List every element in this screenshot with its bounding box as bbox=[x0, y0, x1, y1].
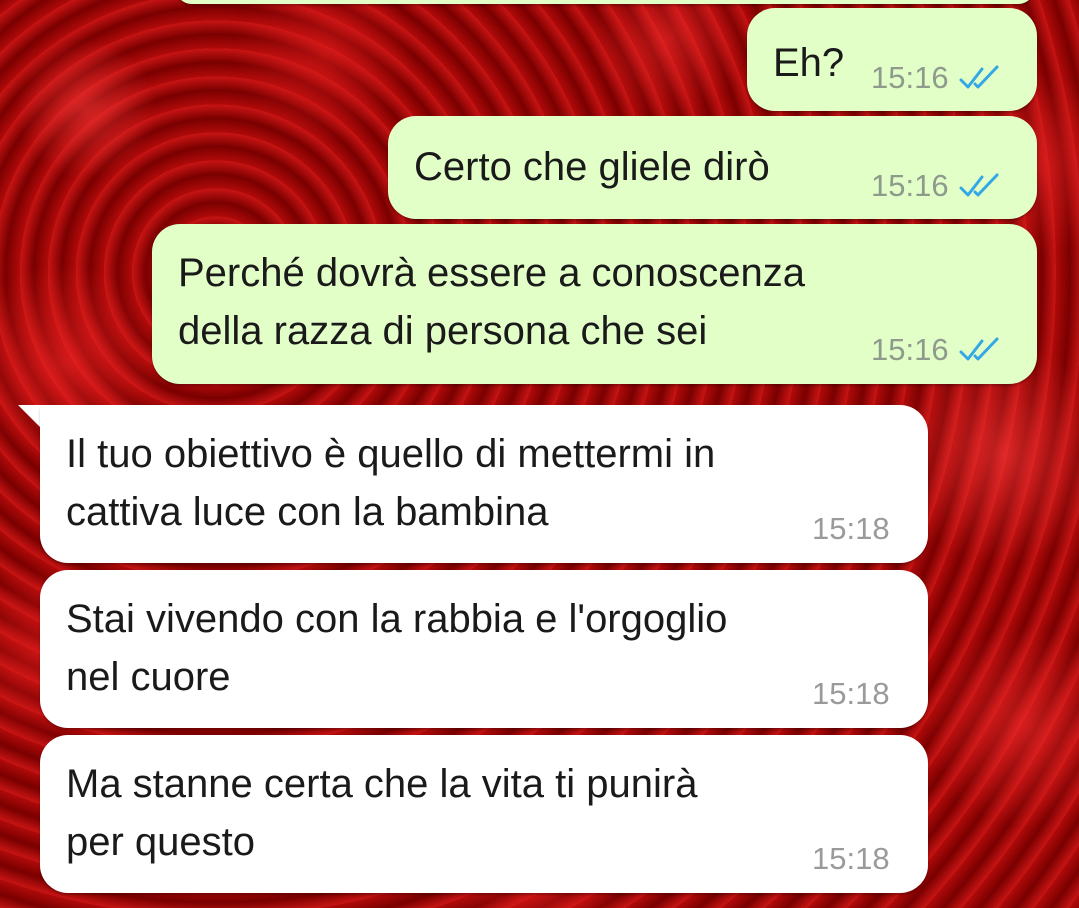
message-meta: 15:16 bbox=[871, 168, 1003, 204]
double-check-read-icon bbox=[959, 173, 999, 197]
message-text: Eh? bbox=[773, 41, 845, 85]
message-time: 15:16 bbox=[871, 332, 949, 367]
message-time: 15:18 bbox=[812, 841, 890, 876]
message-bubble-incoming[interactable]: Ma stanne certa che la vita ti punirà pe… bbox=[40, 735, 928, 893]
message-bubble-incoming[interactable]: Stai vivendo con la rabbia e l'orgoglio … bbox=[40, 570, 928, 728]
chat-message-area[interactable]: Eh? 15:16 Certo che gliele dirò 15:16 Pe… bbox=[0, 0, 1079, 908]
message-meta: 15:16 bbox=[871, 60, 1003, 96]
message-text: Perché dovrà essere a conoscenza della r… bbox=[178, 251, 806, 353]
message-text: Certo che gliele dirò bbox=[414, 145, 770, 189]
message-text: Il tuo obiettivo è quello di mettermi in… bbox=[66, 432, 716, 534]
message-bubble-outgoing[interactable]: Certo che gliele dirò 15:16 bbox=[388, 116, 1037, 219]
message-time: 15:16 bbox=[871, 60, 949, 95]
message-meta: 15:18 bbox=[812, 511, 890, 547]
message-bubble-outgoing[interactable]: Eh? 15:16 bbox=[747, 8, 1037, 111]
double-check-read-icon bbox=[959, 337, 999, 361]
message-bubble-outgoing[interactable]: Perché dovrà essere a conoscenza della r… bbox=[152, 224, 1037, 384]
message-time: 15:18 bbox=[812, 511, 890, 546]
message-text: Ma stanne certa che la vita ti punirà pe… bbox=[66, 762, 698, 864]
message-time: 15:16 bbox=[871, 168, 949, 203]
message-bubble-incoming[interactable]: Il tuo obiettivo è quello di mettermi in… bbox=[40, 405, 928, 563]
message-meta: 15:16 bbox=[871, 332, 1003, 368]
message-time: 15:18 bbox=[812, 676, 890, 711]
message-bubble-partial bbox=[175, 0, 1035, 4]
message-text: Stai vivendo con la rabbia e l'orgoglio … bbox=[66, 597, 728, 699]
double-check-read-icon bbox=[959, 65, 999, 89]
message-meta: 15:18 bbox=[812, 676, 890, 712]
message-meta: 15:18 bbox=[812, 841, 890, 877]
